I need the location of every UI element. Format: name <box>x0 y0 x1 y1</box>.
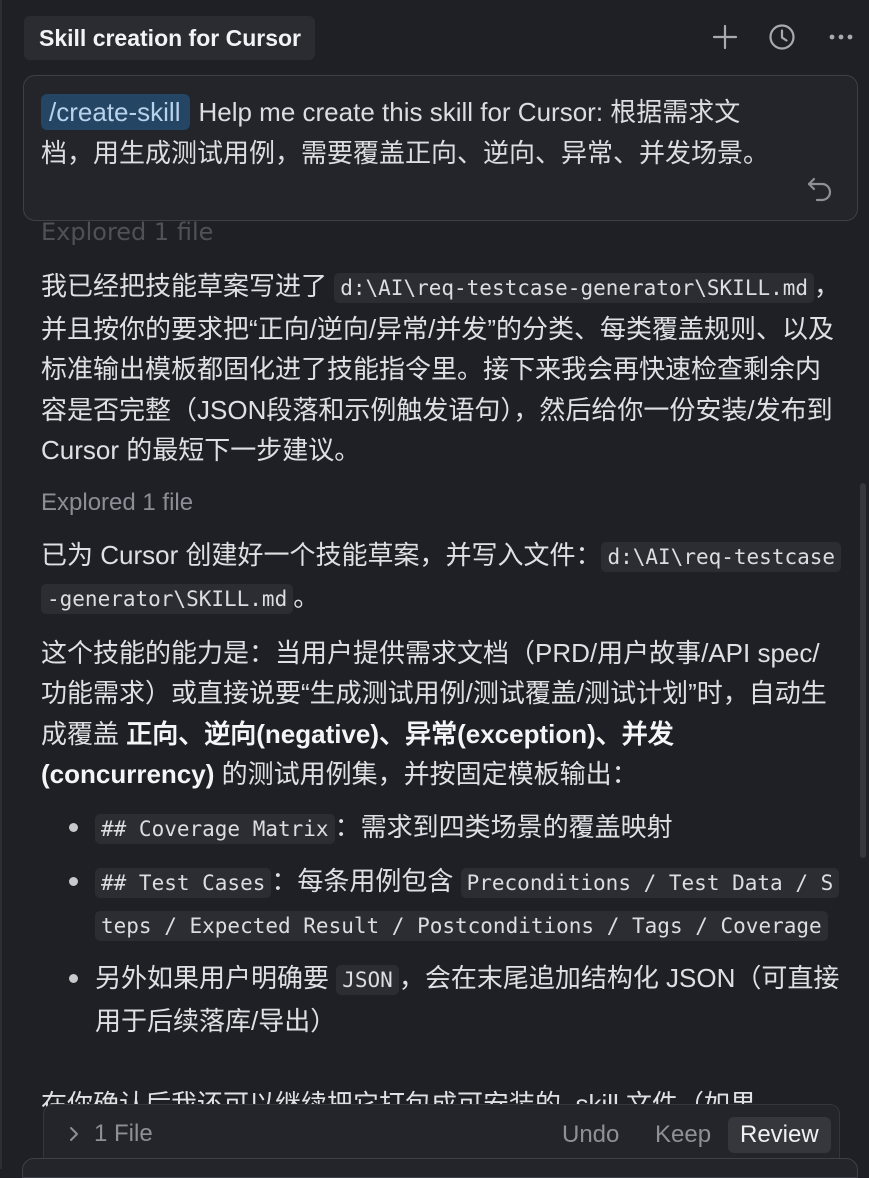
composer-input-edge[interactable] <box>22 1158 858 1178</box>
bullet-dot <box>69 877 78 886</box>
list-item: ## Coverage Matrix ：需求到四类场景的覆盖映射 <box>41 807 841 850</box>
conversation: Explored 1 file 我已经把技能草案写进了 d:\AI\req-te… <box>41 212 842 1042</box>
explored-label[interactable]: Explored 1 file <box>41 483 841 523</box>
history-icon[interactable] <box>767 22 797 52</box>
list-item-text: ：每条用例包含 <box>271 866 461 896</box>
scrollbar-thumb[interactable] <box>860 483 866 858</box>
bold-negative: (negative) <box>256 718 380 749</box>
bold-exception-cn: 、异常 <box>379 718 458 749</box>
plus-icon[interactable] <box>710 22 740 52</box>
inline-code: ## Test Cases <box>95 868 272 898</box>
changed-files-label: 1 File <box>94 1120 153 1147</box>
output-template-list: ## Coverage Matrix ：需求到四类场景的覆盖映射 ## Test … <box>41 807 841 1042</box>
file-path-code: d:\AI\req-testcase-generator\SKILL.md <box>334 273 815 303</box>
undo-icon[interactable] <box>805 174 835 204</box>
list-item-text: ：需求到四类场景的覆盖映射 <box>334 811 673 842</box>
bullet-dot <box>69 822 78 832</box>
command-chip: /create-skill <box>41 94 191 130</box>
list-item: ## Test Cases ：每条用例包含 Preconditions / Tes… <box>41 861 841 946</box>
list-item-text: 另外如果用户明确要 <box>95 963 337 993</box>
review-bar: 1 File Undo Keep Review <box>43 1104 840 1164</box>
list-item: 另外如果用户明确要 JSON ，会在末尾追加结构化 JSON（可直接用于后续落库/… <box>41 958 841 1041</box>
review-button[interactable]: Review <box>728 1117 831 1153</box>
bold-concurrency-cn: 、并发 <box>595 718 674 749</box>
more-icon[interactable] <box>826 22 856 52</box>
keep-button[interactable]: Keep <box>655 1117 711 1153</box>
panel-left-border <box>0 0 2 1169</box>
chat-header: Skill creation for Cursor <box>0 0 869 74</box>
p3-text-c: 的测试用例集，并按固定模板输出： <box>214 759 638 789</box>
bold-positive: 正向、逆向 <box>126 718 257 749</box>
p1-text-a: 我已经把技能草案写进了 <box>41 271 335 301</box>
user-prompt-box[interactable]: /create-skill Help me create this skill f… <box>23 75 858 221</box>
changed-files-toggle[interactable]: 1 File <box>66 1120 153 1148</box>
undo-button[interactable]: Undo <box>562 1117 619 1153</box>
bullet-dot <box>69 974 78 983</box>
bold-exception: (exception) <box>457 718 596 749</box>
assistant-paragraph-3: 这个技能的能力是：当用户提供需求文档（PRD/用户故事/API spec/功能需… <box>41 633 841 795</box>
assistant-paragraph-1: 我已经把技能草案写进了 d:\AI\req-testcase-generator… <box>41 266 841 471</box>
p2-text-b: 。 <box>293 582 320 612</box>
user-prompt-text: /create-skill Help me create this skill f… <box>41 92 781 174</box>
chevron-right-icon <box>70 1127 78 1141</box>
chat-title[interactable]: Skill creation for Cursor <box>24 16 316 60</box>
inline-code: ## Coverage Matrix <box>95 813 335 844</box>
inline-code: JSON <box>336 965 399 995</box>
bold-concurrency: (concurrency) <box>41 759 215 789</box>
p2-text-a: 已为 Cursor 创建好一个技能草案，并写入文件： <box>41 539 602 570</box>
assistant-paragraph-2: 已为 Cursor 创建好一个技能草案，并写入文件： d:\AI\req-test… <box>41 535 842 620</box>
